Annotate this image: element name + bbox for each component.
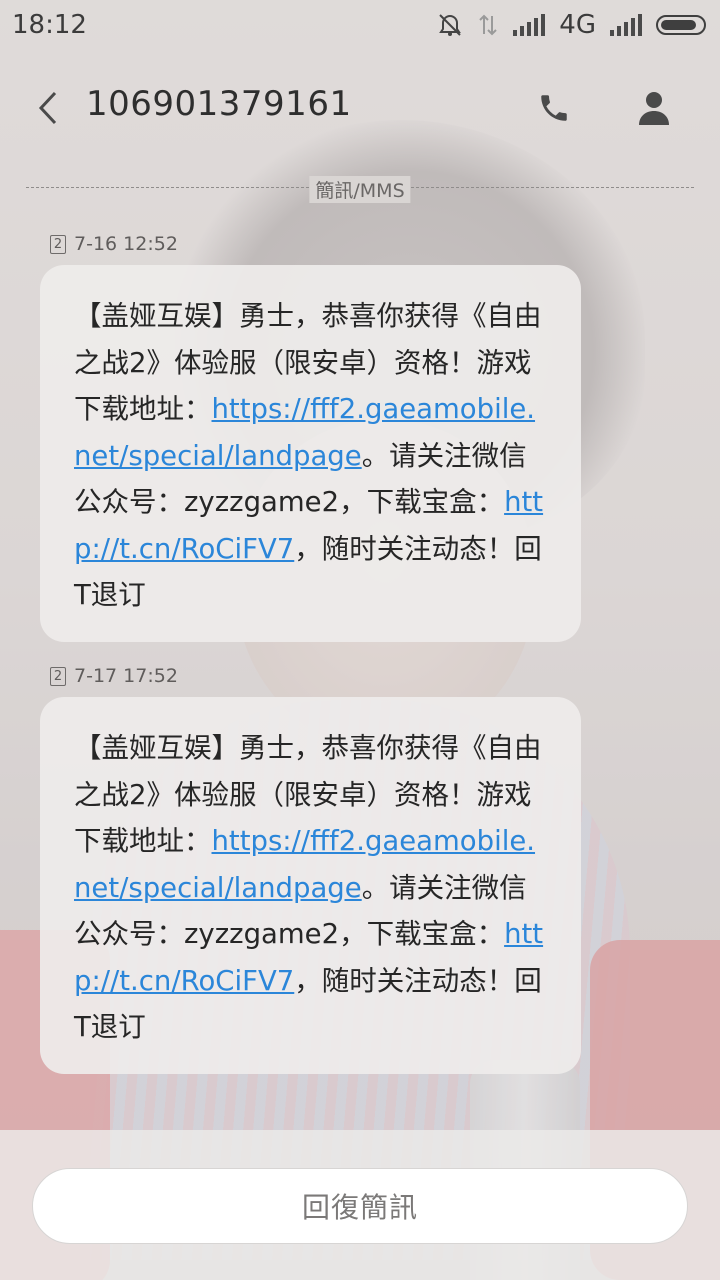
data-transfer-icon xyxy=(477,12,499,38)
sim-card-icon: 2 xyxy=(50,234,66,254)
message-text: 【盖娅互娱】勇士，恭喜你获得《自由之战2》体验服（限安卓）资格！游戏下载地址：h… xyxy=(74,293,545,619)
alarm-off-icon xyxy=(437,12,463,38)
reply-bar: 回復簡訊 xyxy=(0,1130,720,1280)
contact-number-title: 106901379161 xyxy=(86,84,352,124)
phone-icon xyxy=(541,95,567,121)
message-timestamp: 2 7-16 12:52 xyxy=(50,233,178,255)
battery-icon xyxy=(656,15,706,35)
network-type-label: 4G xyxy=(559,10,596,40)
divider-label: 簡訊/MMS xyxy=(309,176,411,203)
sim-card-icon: 2 xyxy=(50,666,66,686)
message-bubble[interactable]: 【盖娅互娱】勇士，恭喜你获得《自由之战2》体验服（限安卓）资格！游戏下载地址：h… xyxy=(40,265,581,642)
call-button[interactable] xyxy=(530,82,578,134)
status-bar: 18:12 4G xyxy=(0,0,720,52)
reply-button[interactable]: 回復簡訊 xyxy=(32,1168,688,1244)
message-text: 【盖娅互娱】勇士，恭喜你获得《自由之战2》体验服（限安卓）资格！游戏下载地址：h… xyxy=(74,725,545,1051)
conversation-header: 106901379161 xyxy=(0,52,720,162)
message-type-divider: 簡訊/MMS xyxy=(26,176,694,203)
message-time: 7-17 17:52 xyxy=(74,665,178,687)
chevron-left-icon xyxy=(38,91,57,125)
signal-strength-icon-1 xyxy=(513,14,546,36)
contact-button[interactable] xyxy=(628,82,680,134)
person-icon xyxy=(639,92,669,125)
signal-strength-icon-2 xyxy=(610,14,642,36)
message-bubble[interactable]: 【盖娅互娱】勇士，恭喜你获得《自由之战2》体验服（限安卓）资格！游戏下载地址：h… xyxy=(40,697,581,1074)
status-time: 18:12 xyxy=(12,10,87,40)
status-icons: 4G xyxy=(437,10,706,40)
message-time: 7-16 12:52 xyxy=(74,233,178,255)
back-button[interactable] xyxy=(28,80,68,136)
message-timestamp: 2 7-17 17:52 xyxy=(50,665,178,687)
